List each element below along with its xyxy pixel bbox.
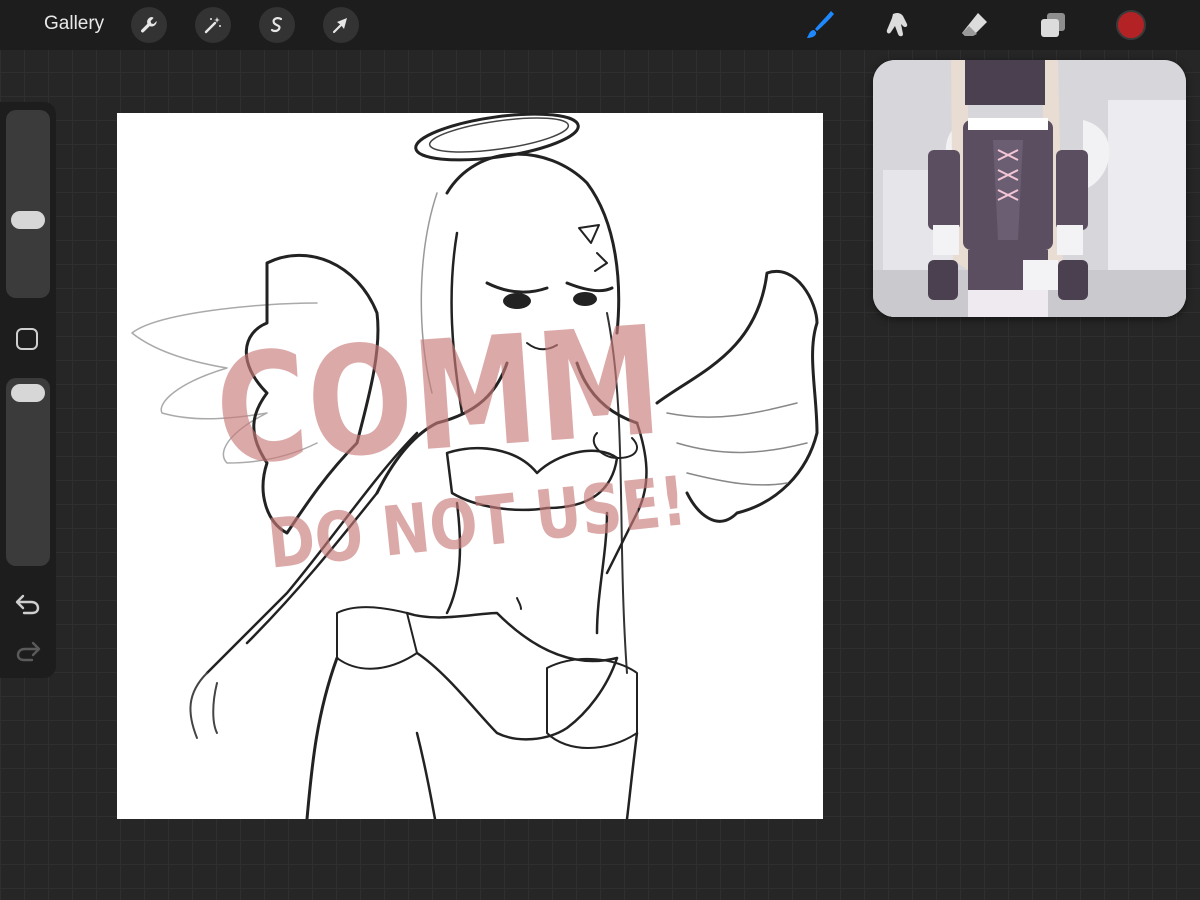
adjustments-button[interactable] [195,7,231,43]
layers-button[interactable] [1036,8,1070,42]
selection-button[interactable] [259,7,295,43]
modify-button[interactable] [16,328,38,350]
brush-size-thumb[interactable] [11,211,45,229]
smudge-button[interactable] [881,8,915,42]
smudge-icon [886,12,908,37]
top-toolbar: Gallery [0,0,1200,50]
color-picker-button[interactable] [1116,10,1146,40]
undo-icon[interactable] [14,592,42,616]
brush-button[interactable] [803,8,837,42]
eraser-icon [962,13,987,36]
actions-button[interactable] [131,7,167,43]
redo-icon[interactable] [14,639,42,663]
wrench-icon [141,17,157,33]
opacity-slider[interactable] [6,378,50,566]
left-sidebar [0,102,56,678]
watermark-line1: COMM [210,295,666,500]
reference-window[interactable] [873,60,1186,317]
angel-sketch: COMM DO NOT USE! [131,113,819,819]
eraser-button[interactable] [958,8,992,42]
reference-image [873,60,1186,317]
transform-button[interactable] [323,7,359,43]
brush-size-slider[interactable] [6,110,50,298]
magic-wand-icon [204,17,221,34]
brush-icon [807,11,834,38]
transform-arrow-icon [332,18,347,34]
selection-icon [270,17,283,33]
gallery-button[interactable]: Gallery [44,13,104,35]
layers-icon [1041,13,1065,37]
drawing-canvas[interactable]: COMM DO NOT USE! [117,113,823,819]
opacity-thumb[interactable] [11,384,45,402]
